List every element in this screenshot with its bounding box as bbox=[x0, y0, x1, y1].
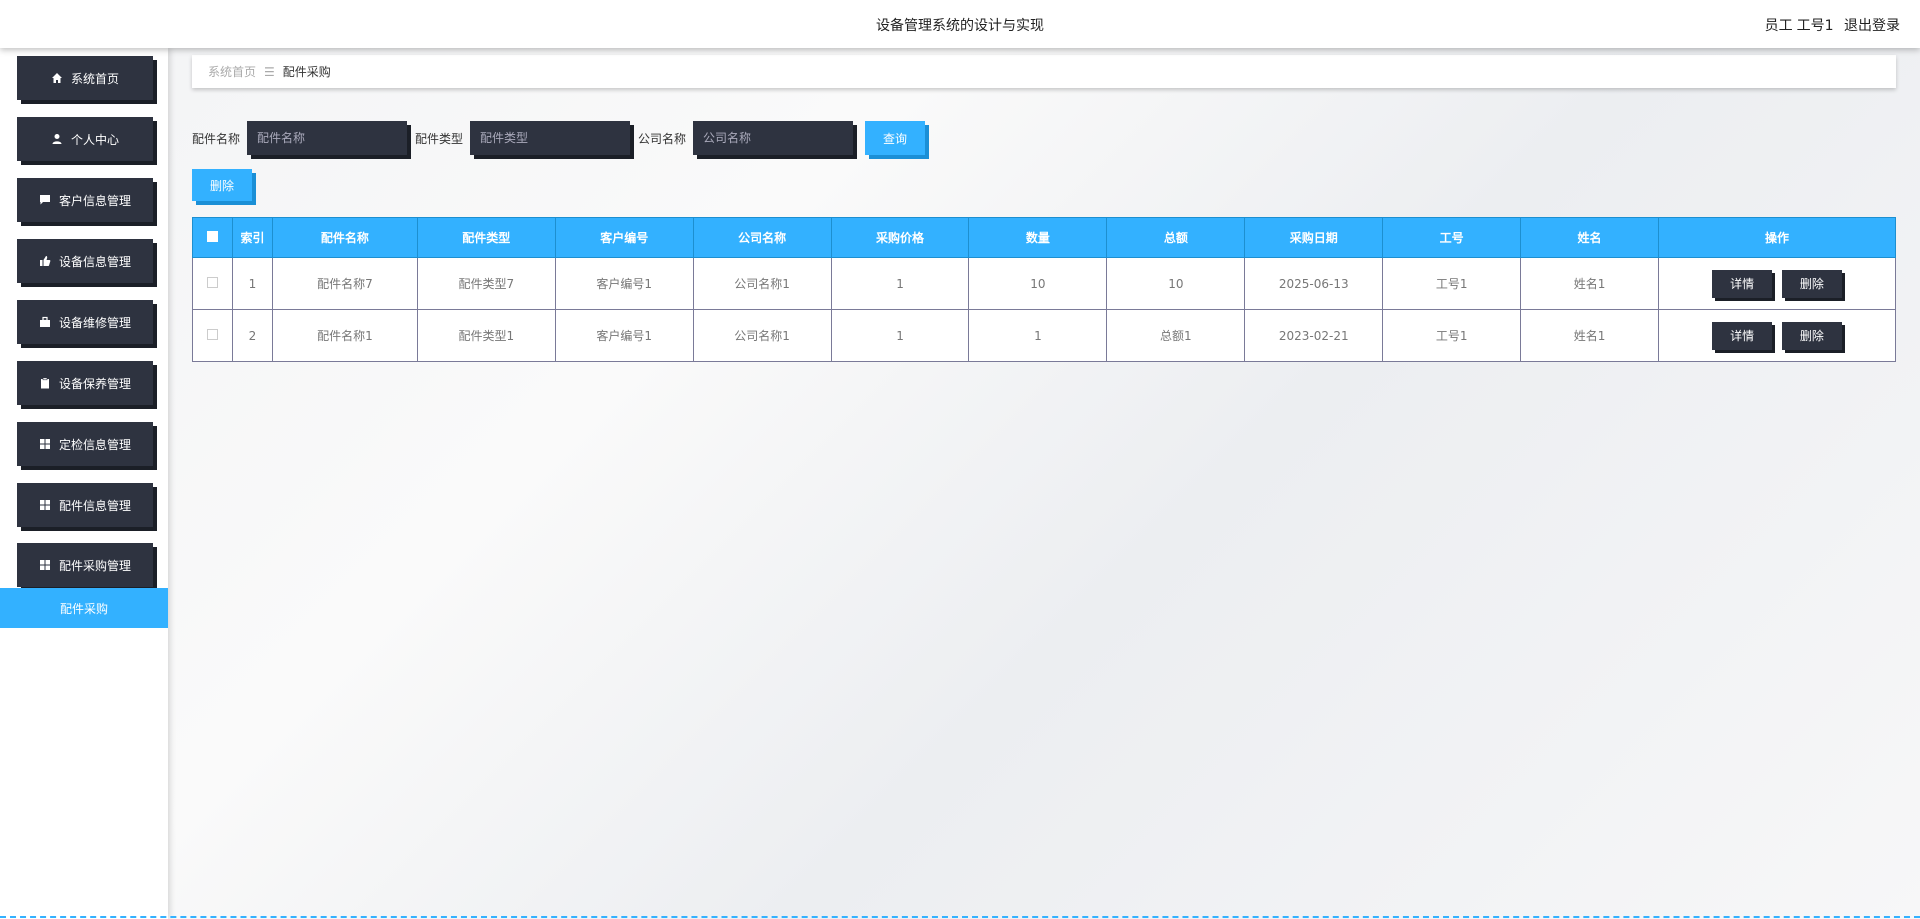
cell-index: 1 bbox=[231, 257, 273, 310]
cell-customer-no: 客户编号1 bbox=[554, 309, 694, 362]
column-header: 操作 bbox=[1658, 217, 1896, 258]
sidebar-item-customers[interactable]: 客户信息管理 bbox=[17, 178, 153, 222]
cell-emp-name: 姓名1 bbox=[1520, 309, 1660, 362]
chat-icon bbox=[39, 195, 50, 205]
sidebar-item-label: 配件采购管理 bbox=[58, 558, 131, 573]
search-form: 配件名称 配件类型 公司名称 查询 bbox=[192, 120, 926, 156]
sidebar-item-repair[interactable]: 设备维修管理 bbox=[17, 300, 153, 344]
type-label: 配件类型 bbox=[415, 131, 464, 146]
app-title: 设备管理系统的设计与实现 bbox=[876, 18, 1044, 34]
detail-button[interactable]: 详情 bbox=[1712, 269, 1773, 298]
cell-customer-no: 客户编号1 bbox=[554, 257, 694, 310]
detail-button[interactable]: 详情 bbox=[1712, 321, 1773, 350]
column-header: 采购价格 bbox=[830, 217, 970, 258]
grid-icon bbox=[39, 500, 50, 510]
sidebar-item-inspection[interactable]: 定检信息管理 bbox=[17, 422, 153, 466]
row-checkbox[interactable] bbox=[206, 276, 218, 288]
cell-type: 配件类型7 bbox=[416, 257, 556, 310]
table-row: 2 配件名称1 配件类型1 客户编号1 公司名称1 1 1 总额1 2023-0… bbox=[192, 309, 1896, 362]
company-input[interactable] bbox=[693, 121, 854, 155]
sidebar-item-label: 设备信息管理 bbox=[58, 254, 131, 269]
user-role: 员工 bbox=[1764, 18, 1793, 34]
cell-index: 2 bbox=[231, 309, 273, 362]
column-header: 总额 bbox=[1106, 217, 1246, 258]
type-input[interactable] bbox=[470, 121, 631, 155]
cell-total: 总额1 bbox=[1106, 309, 1246, 362]
breadcrumb: 系统首页 ☰ 配件采购 bbox=[192, 55, 1896, 88]
name-label: 配件名称 bbox=[192, 131, 241, 146]
cell-qty: 10 bbox=[968, 257, 1108, 310]
cell-emp-no: 工号1 bbox=[1382, 257, 1522, 310]
grid-icon bbox=[39, 439, 50, 449]
sidebar-item-label: 设备维修管理 bbox=[58, 315, 131, 330]
row-checkbox[interactable] bbox=[206, 328, 218, 340]
cell-emp-name: 姓名1 bbox=[1520, 257, 1660, 310]
row-delete-button[interactable]: 删除 bbox=[1781, 321, 1842, 350]
breadcrumb-home[interactable]: 系统首页 bbox=[208, 63, 256, 80]
bulk-delete-button[interactable]: 删除 bbox=[192, 169, 252, 201]
sidebar-item-maintenance[interactable]: 设备保养管理 bbox=[17, 361, 153, 405]
sidebar-subitem-purchase[interactable]: 配件采购 bbox=[0, 588, 168, 628]
cell-emp-no: 工号1 bbox=[1382, 309, 1522, 362]
logout-link[interactable]: 退出登录 bbox=[1844, 18, 1900, 34]
grid-icon bbox=[39, 560, 50, 570]
top-bar: 设备管理系统的设计与实现 员工 工号1 退出登录 bbox=[0, 0, 1920, 48]
cell-total: 10 bbox=[1106, 257, 1246, 310]
user-area: 员工 工号1 退出登录 bbox=[1759, 15, 1900, 35]
table-row: 1 配件名称7 配件类型7 客户编号1 公司名称1 1 10 10 2025-0… bbox=[192, 257, 1896, 310]
name-input[interactable] bbox=[247, 121, 408, 155]
row-delete-button[interactable]: 删除 bbox=[1781, 269, 1842, 298]
sidebar-item-label: 配件信息管理 bbox=[58, 498, 131, 513]
company-label: 公司名称 bbox=[638, 131, 687, 146]
cell-company: 公司名称1 bbox=[692, 309, 832, 362]
thumb-icon bbox=[39, 256, 51, 266]
select-all-cell bbox=[192, 217, 233, 258]
column-header: 采购日期 bbox=[1244, 217, 1384, 258]
sidebar-item-profile[interactable]: 个人中心 bbox=[17, 117, 153, 161]
query-button[interactable]: 查询 bbox=[865, 121, 926, 155]
sidebar-item-devices[interactable]: 设备信息管理 bbox=[17, 239, 153, 283]
cell-price: 1 bbox=[830, 257, 970, 310]
clipboard-icon bbox=[40, 377, 49, 389]
column-header: 客户编号 bbox=[554, 217, 694, 258]
cell-company: 公司名称1 bbox=[692, 257, 832, 310]
sidebar-item-purchase[interactable]: 配件采购管理 bbox=[17, 543, 153, 587]
purchase-table: 索引 配件名称 配件类型 客户编号 公司名称 采购价格 数量 总额 采购日期 工… bbox=[192, 217, 1896, 362]
column-header: 索引 bbox=[231, 217, 273, 258]
sidebar-item-home[interactable]: 系统首页 bbox=[17, 56, 153, 100]
home-icon bbox=[51, 73, 62, 83]
user-name: 工号1 bbox=[1796, 18, 1834, 34]
cell-actions: 详情 删除 bbox=[1658, 309, 1896, 362]
briefcase-icon bbox=[39, 316, 50, 327]
cell-actions: 详情 删除 bbox=[1658, 257, 1896, 310]
cell-type: 配件类型1 bbox=[416, 309, 556, 362]
sidebar-item-label: 系统首页 bbox=[70, 71, 119, 86]
column-header: 数量 bbox=[968, 217, 1108, 258]
sidebar: 系统首页 个人中心 客户信息管理 设备信息管理 设备维修管理 设备保养管理 定检… bbox=[0, 48, 168, 919]
sidebar-item-parts[interactable]: 配件信息管理 bbox=[17, 483, 153, 527]
sidebar-item-label: 定检信息管理 bbox=[58, 437, 131, 452]
cell-price: 1 bbox=[830, 309, 970, 362]
sidebar-item-label: 设备保养管理 bbox=[58, 376, 131, 391]
breadcrumb-separator-icon: ☰ bbox=[264, 64, 275, 79]
column-header: 配件名称 bbox=[271, 217, 418, 258]
user-icon bbox=[52, 134, 62, 144]
column-header: 公司名称 bbox=[692, 217, 832, 258]
sidebar-item-label: 客户信息管理 bbox=[58, 193, 131, 208]
table-header-row: 索引 配件名称 配件类型 客户编号 公司名称 采购价格 数量 总额 采购日期 工… bbox=[192, 217, 1896, 258]
column-header: 工号 bbox=[1382, 217, 1522, 258]
cell-date: 2023-02-21 bbox=[1244, 309, 1384, 362]
cell-name: 配件名称1 bbox=[271, 309, 418, 362]
column-header: 配件类型 bbox=[416, 217, 556, 258]
bottom-divider bbox=[0, 916, 1920, 918]
column-header: 姓名 bbox=[1520, 217, 1660, 258]
select-all-checkbox[interactable] bbox=[206, 230, 218, 242]
cell-qty: 1 bbox=[968, 309, 1108, 362]
cell-name: 配件名称7 bbox=[271, 257, 418, 310]
sidebar-item-label: 个人中心 bbox=[70, 132, 119, 147]
breadcrumb-current: 配件采购 bbox=[282, 65, 331, 79]
cell-date: 2025-06-13 bbox=[1244, 257, 1384, 310]
